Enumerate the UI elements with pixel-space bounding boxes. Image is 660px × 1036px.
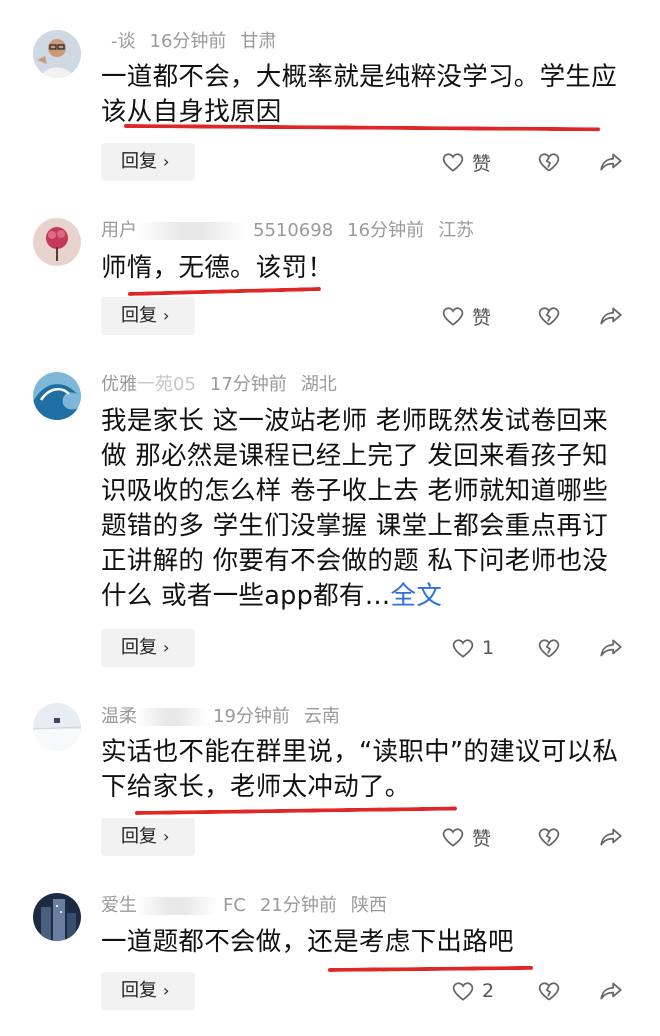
location: 湖北 bbox=[300, 374, 337, 395]
chevron-right-icon: › bbox=[163, 306, 170, 325]
share-button[interactable] bbox=[598, 629, 624, 667]
like-button[interactable]: 赞 bbox=[440, 297, 491, 335]
location: 甘肃 bbox=[240, 31, 277, 52]
share-icon bbox=[600, 307, 622, 325]
comment-text: 我是家长 这一波站老师 老师既然发试卷回来做 那必然是课程已经上完了 发回来看孩… bbox=[101, 406, 609, 611]
ocean-wave-avatar-icon bbox=[33, 372, 81, 420]
dislike-button[interactable] bbox=[536, 818, 562, 856]
avatar[interactable] bbox=[33, 893, 81, 941]
heart-icon bbox=[442, 307, 464, 326]
avatar[interactable] bbox=[33, 30, 81, 78]
comment-meta: 用户 5510698 16分钟前 江苏 bbox=[101, 220, 488, 242]
share-button[interactable] bbox=[598, 143, 624, 181]
reply-button[interactable]: 回复 › bbox=[101, 629, 195, 667]
username-suffix: FC bbox=[223, 895, 246, 916]
city-building-avatar-icon bbox=[33, 893, 81, 941]
share-icon bbox=[600, 982, 622, 1000]
like-button[interactable]: 1 bbox=[450, 629, 494, 667]
comment-actions: 赞 bbox=[438, 297, 638, 335]
avatar[interactable] bbox=[33, 372, 81, 420]
comment-actions: 2 bbox=[438, 972, 638, 1010]
timestamp: 17分钟前 bbox=[209, 374, 287, 395]
redacted-name bbox=[137, 222, 247, 240]
comment-text: 一道都不会，大概率就是纯粹没学习。学生应该从自身找原因 bbox=[101, 62, 618, 127]
username[interactable]: -谈 bbox=[111, 31, 136, 52]
heart-icon bbox=[452, 982, 474, 1001]
comment-actions: 赞 bbox=[438, 818, 638, 856]
redacted-name bbox=[137, 897, 217, 915]
heart-icon bbox=[442, 828, 464, 847]
reply-button[interactable]: 回复 › bbox=[101, 143, 195, 181]
comment-text: 一道题都不会做，还是考虑下出路吧 bbox=[101, 927, 514, 957]
heart-icon bbox=[452, 639, 474, 658]
dislike-button[interactable] bbox=[536, 297, 562, 335]
share-icon bbox=[600, 153, 622, 171]
comment-actions: 赞 bbox=[438, 143, 638, 181]
broken-heart-icon bbox=[538, 982, 560, 1001]
broken-heart-icon bbox=[538, 307, 560, 326]
timestamp: 21分钟前 bbox=[259, 895, 337, 916]
pink-flower-avatar-icon bbox=[33, 218, 81, 266]
timestamp: 16分钟前 bbox=[149, 31, 227, 52]
chevron-right-icon: › bbox=[163, 638, 170, 657]
like-count: 1 bbox=[482, 637, 495, 659]
username[interactable]: 爱生 bbox=[101, 895, 137, 916]
reply-button[interactable]: 回复 › bbox=[101, 972, 195, 1010]
username[interactable]: 优雅 bbox=[101, 374, 137, 395]
comment-actions: 1 bbox=[438, 629, 638, 667]
dislike-button[interactable] bbox=[536, 972, 562, 1010]
avatar[interactable] bbox=[33, 218, 81, 266]
annotation-underline bbox=[134, 806, 457, 815]
like-button[interactable]: 2 bbox=[450, 972, 494, 1010]
chevron-right-icon: › bbox=[163, 827, 170, 846]
share-button[interactable] bbox=[598, 972, 624, 1010]
username-suffix: 5510698 bbox=[253, 220, 334, 241]
location: 陕西 bbox=[350, 895, 387, 916]
share-icon bbox=[600, 639, 622, 657]
like-count: 2 bbox=[482, 980, 495, 1002]
comment-meta: -谈 16分钟前 甘肃 bbox=[101, 31, 290, 53]
username[interactable]: 温柔 bbox=[101, 706, 137, 727]
share-button[interactable] bbox=[598, 818, 624, 856]
username-suffix: 一苑05 bbox=[137, 374, 196, 395]
like-button[interactable]: 赞 bbox=[440, 143, 491, 181]
timestamp: 19分钟前 bbox=[213, 706, 290, 727]
annotation-underline bbox=[127, 286, 321, 296]
share-button[interactable] bbox=[598, 297, 624, 335]
snow-landscape-avatar-icon bbox=[33, 703, 81, 751]
redacted-name bbox=[137, 708, 207, 726]
reply-button[interactable]: 回复 › bbox=[101, 818, 195, 856]
chevron-right-icon: › bbox=[163, 152, 170, 171]
like-button[interactable]: 赞 bbox=[440, 818, 491, 856]
comment-meta: 温柔 19分钟前 云南 bbox=[101, 706, 354, 728]
comment-meta: 爱生 FC 21分钟前 陕西 bbox=[101, 895, 401, 917]
comment-meta: 优雅一苑05 17分钟前 湖北 bbox=[101, 374, 351, 396]
heart-icon bbox=[442, 153, 464, 172]
comment-text: 师惰，无德。该罚！ bbox=[101, 253, 334, 283]
chevron-right-icon: › bbox=[163, 981, 170, 1000]
username[interactable]: 用户 bbox=[101, 220, 137, 241]
location: 云南 bbox=[303, 706, 340, 727]
comment-text: 实话也不能在群里说，“读职中”的建议可以私下给家长，老师太冲动了。 bbox=[101, 737, 619, 802]
timestamp: 16分钟前 bbox=[347, 220, 425, 241]
avatar[interactable] bbox=[33, 703, 81, 751]
location: 江苏 bbox=[438, 220, 475, 241]
reply-button[interactable]: 回复 › bbox=[101, 297, 195, 335]
broken-heart-icon bbox=[538, 828, 560, 847]
dislike-button[interactable] bbox=[536, 629, 562, 667]
broken-heart-icon bbox=[538, 639, 560, 658]
man-glasses-avatar-icon bbox=[33, 30, 81, 78]
dislike-button[interactable] bbox=[536, 143, 562, 181]
broken-heart-icon bbox=[538, 153, 560, 172]
share-icon bbox=[600, 828, 622, 846]
full-text-link[interactable]: 全文 bbox=[391, 581, 443, 611]
